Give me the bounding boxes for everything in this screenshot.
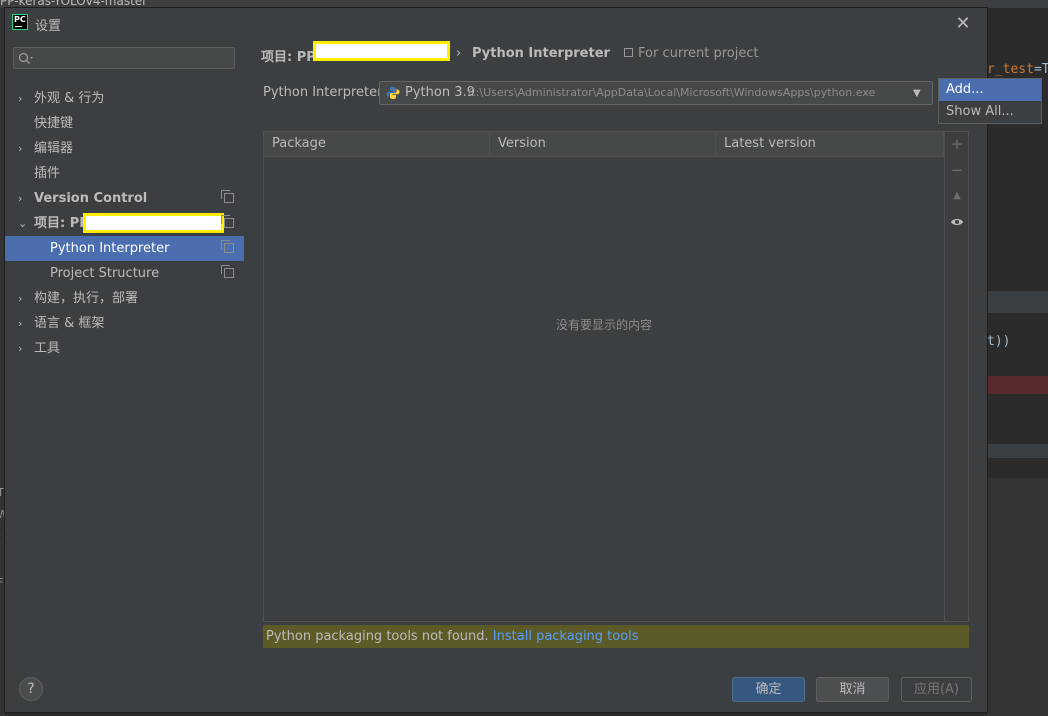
remove-package-icon[interactable]: − [945, 158, 969, 182]
sidebar-item-keymap[interactable]: 快捷键 [5, 111, 244, 136]
project-scope-icon [624, 48, 633, 57]
sidebar-item-label: Version Control [34, 191, 148, 206]
empty-table-message: 没有要显示的内容 [555, 318, 652, 332]
sidebar-item-project[interactable]: ⌄ 项目: PP [5, 211, 244, 236]
error-line-highlight [987, 376, 1048, 394]
menu-item-show-all[interactable]: Show All... [939, 101, 1041, 123]
interpreter-label: Python Interpreter: [263, 85, 387, 100]
pycharm-logo-icon: PC [12, 14, 28, 30]
interpreter-path: C:\Users\Administrator\AppData\Local\Mic… [468, 86, 876, 99]
column-header-package[interactable]: Package [264, 132, 490, 156]
editor-band [987, 444, 1048, 458]
redaction-box [313, 41, 450, 61]
packaging-warning-bar: Python packaging tools not found. Instal… [263, 625, 969, 648]
redaction-box [83, 213, 224, 233]
project-scope-icon [221, 215, 234, 228]
sidebar-item-python-interpreter[interactable]: Python Interpreter [5, 236, 244, 261]
project-scope-icon [221, 265, 234, 278]
sidebar-item-label: Project Structure [50, 266, 160, 281]
ide-glyph: ( [0, 532, 1, 545]
dialog-footer: ? 确定 取消 应用(A) [5, 664, 987, 712]
chevron-right-icon: › [18, 292, 23, 305]
interpreter-version: Python 3.9 [405, 85, 475, 100]
breadcrumb-project: 项目: PP- [261, 50, 321, 65]
editor-band [987, 291, 1048, 313]
code-line: r_test=T [987, 62, 1048, 77]
sidebar-item-build[interactable]: › 构建，执行，部署 [5, 286, 244, 311]
dropdown-arrow-icon: ▼ [913, 88, 921, 99]
sidebar-item-project-structure[interactable]: Project Structure [5, 261, 244, 286]
chevron-right-icon: › [18, 142, 23, 155]
ide-window-title: PP-keras-YOLOv4-master [0, 0, 148, 8]
settings-sidebar: › 外观 & 行为 快捷键 › 编辑器 插件 › Version Control… [5, 38, 244, 664]
settings-content: 项目: PP- › Python Interpreter For current… [244, 38, 987, 664]
add-package-icon[interactable]: + [945, 132, 969, 156]
chevron-right-icon: › [18, 342, 23, 355]
sidebar-item-plugins[interactable]: 插件 [5, 161, 244, 186]
tool-window-area [987, 478, 1048, 716]
install-packaging-tools-link[interactable]: Install packaging tools [493, 629, 639, 644]
chevron-right-icon: › [18, 192, 23, 205]
ide-title-bar: PP-keras-YOLOv4-master [0, 0, 1048, 8]
upgrade-package-icon[interactable]: ▲ [945, 184, 969, 208]
sidebar-item-label: 编辑器 [34, 141, 74, 156]
chevron-down-icon: ⌄ [18, 217, 28, 230]
menu-item-add[interactable]: Add... [939, 79, 1041, 101]
table-header: Package Version Latest version [264, 132, 944, 157]
table-toolbar: + − ▲ [944, 132, 968, 621]
column-header-version[interactable]: Version [490, 132, 716, 156]
project-scope-icon [221, 240, 234, 253]
sidebar-item-label: 工具 [34, 341, 61, 356]
for-current-project-label: For current project [624, 46, 759, 61]
sidebar-item-label: 语言 & 框架 [34, 316, 105, 331]
sidebar-item-label: 插件 [34, 166, 61, 181]
warning-text: Python packaging tools not found. [266, 629, 489, 644]
code-line: t)) [987, 334, 1011, 349]
sidebar-item-version-control[interactable]: › Version Control [5, 186, 244, 211]
sidebar-item-languages[interactable]: › 语言 & 框架 [5, 311, 244, 336]
dialog-title-bar: PC 设置 ✕ [5, 8, 987, 38]
for-current-project-text: For current project [638, 46, 759, 61]
interpreter-select[interactable]: Python 3.9 C:\Users\Administrator\AppDat… [379, 81, 933, 105]
dialog-title: 设置 [35, 19, 62, 34]
sidebar-item-label: 构建，执行，部署 [34, 291, 139, 306]
breadcrumb-separator: › [456, 46, 462, 61]
sidebar-item-tools[interactable]: › 工具 [5, 336, 244, 361]
project-scope-icon [221, 190, 234, 203]
interpreter-popup-menu: Add... Show All... [938, 78, 1042, 124]
sidebar-item-label: Python Interpreter [50, 241, 170, 256]
show-early-releases-icon[interactable] [945, 210, 969, 234]
sidebar-item-appearance[interactable]: › 外观 & 行为 [5, 86, 244, 111]
help-button[interactable]: ? [19, 677, 43, 701]
python-icon [386, 87, 400, 99]
chevron-right-icon: › [18, 317, 23, 330]
sidebar-item-label: 项目: PP [34, 216, 89, 231]
ide-glyph: T [0, 486, 4, 499]
sidebar-item-label: 快捷键 [34, 116, 74, 131]
apply-button[interactable]: 应用(A) [901, 677, 972, 702]
chevron-right-icon: › [18, 92, 23, 105]
settings-dialog: PC 设置 ✕ › 外观 & 行为 快捷键 › 编辑器 插件 › Version… [5, 8, 987, 712]
close-icon[interactable]: ✕ [953, 14, 973, 34]
code-keyword: r_test [987, 62, 1034, 77]
breadcrumb-page: Python Interpreter [472, 46, 610, 61]
sidebar-item-editor[interactable]: › 编辑器 [5, 136, 244, 161]
cancel-button[interactable]: 取消 [816, 677, 889, 702]
search-icon [18, 52, 33, 64]
ide-glyph: F [0, 576, 4, 589]
sidebar-item-label: 外观 & 行为 [34, 91, 105, 106]
code-rest: =T [1033, 62, 1048, 77]
ok-button[interactable]: 确定 [732, 677, 805, 702]
settings-search-input[interactable] [13, 47, 235, 69]
packages-table: Package Version Latest version 没有要显示的内容 … [263, 131, 969, 622]
column-header-latest[interactable]: Latest version [716, 132, 944, 156]
